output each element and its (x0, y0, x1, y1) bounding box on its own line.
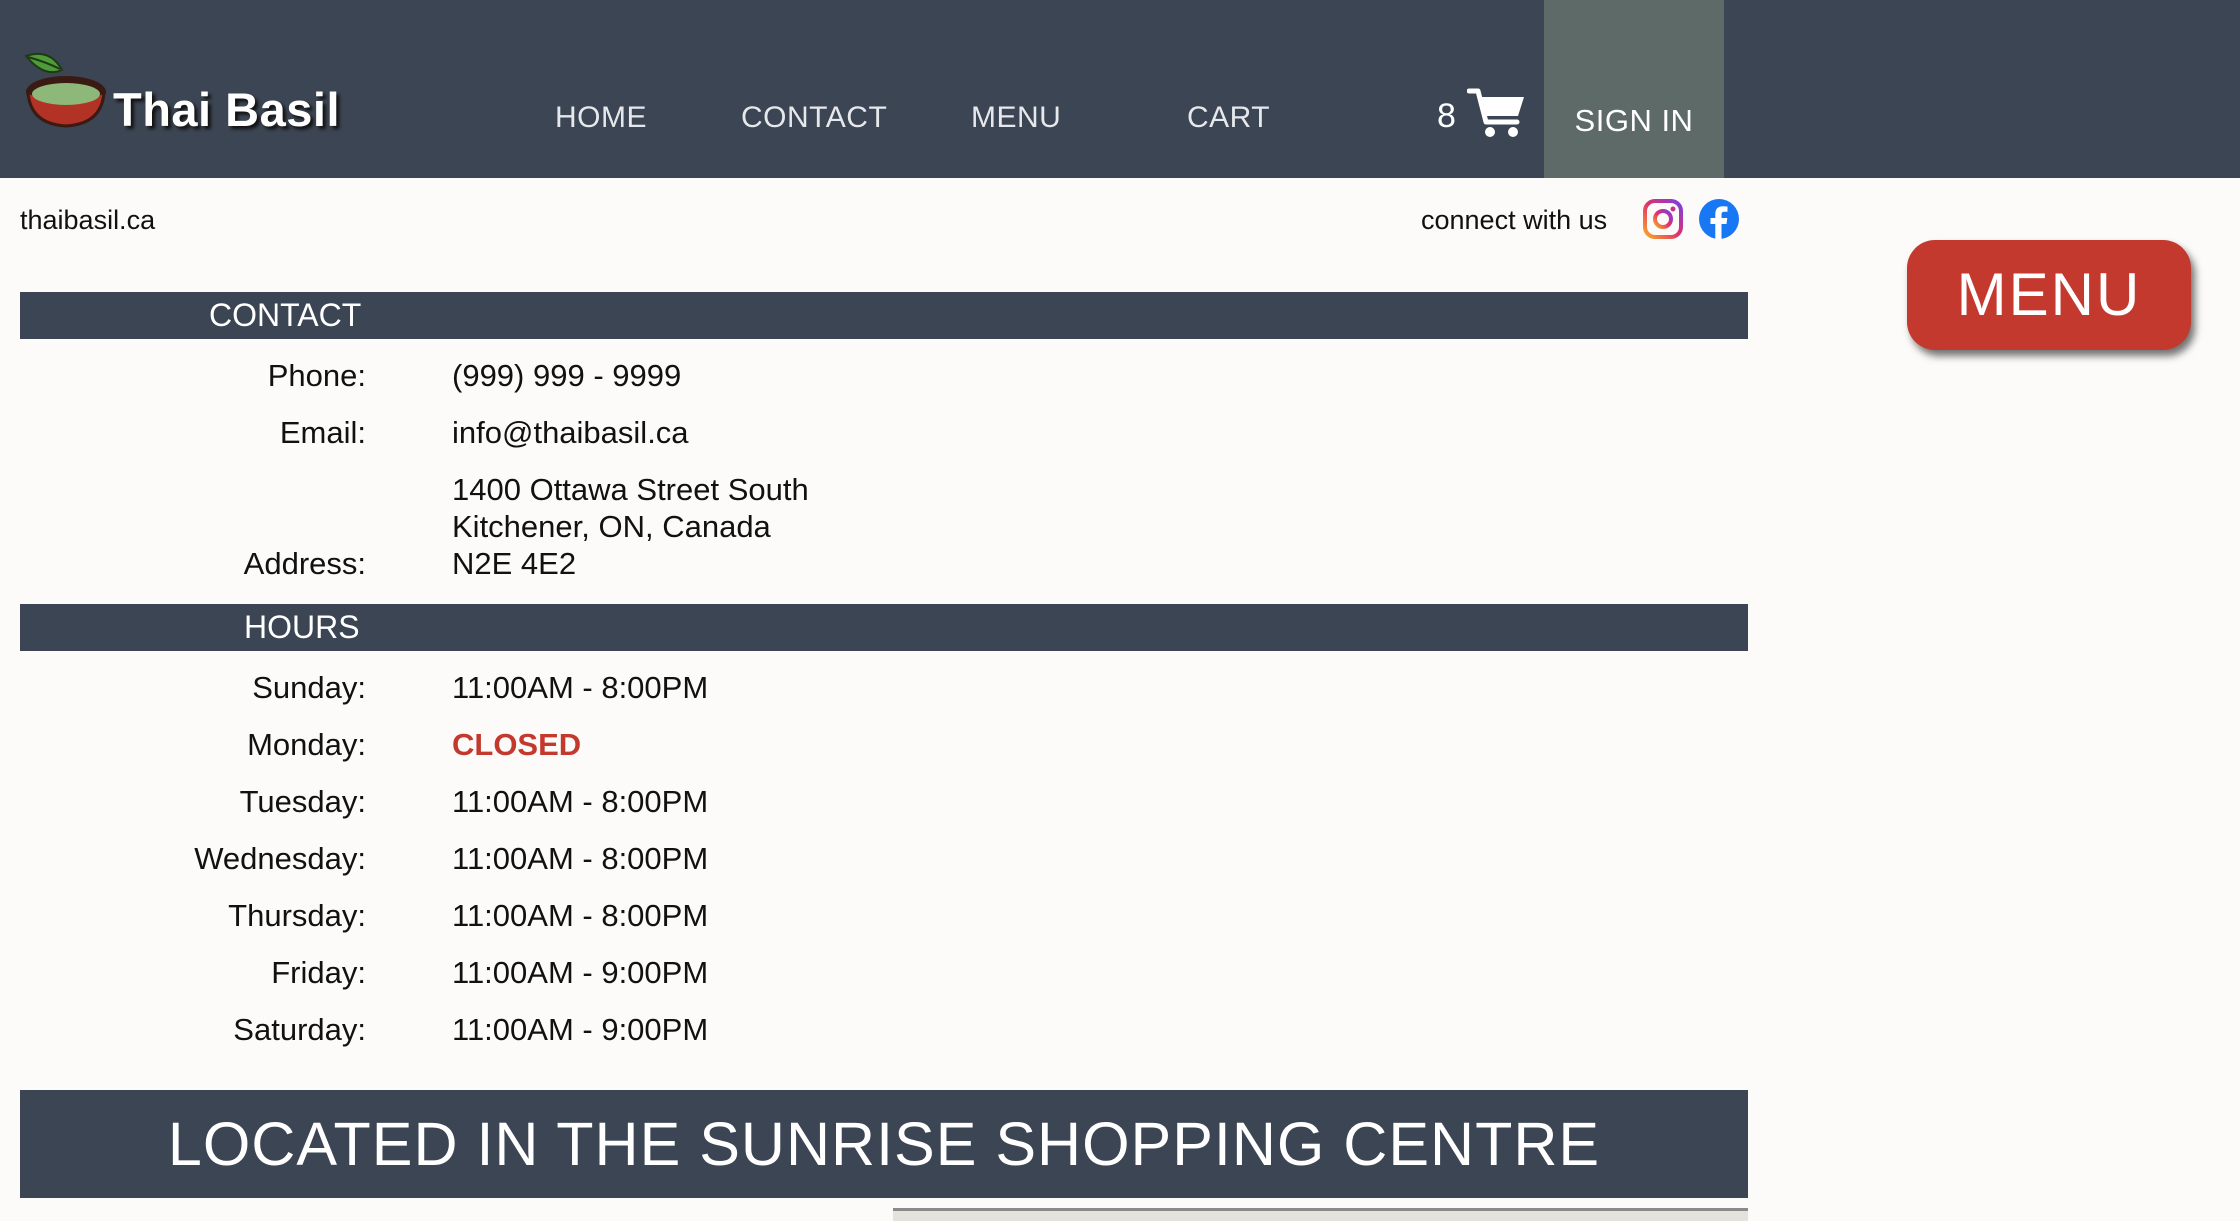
cart-icon[interactable] (1467, 86, 1527, 140)
instagram-icon[interactable] (1642, 198, 1684, 240)
brand-name[interactable]: Thai Basil (113, 82, 340, 137)
hours-time-friday: 11:00AM - 9:00PM (452, 955, 709, 990)
nav-contact[interactable]: CONTACT (741, 101, 887, 135)
address-line-3: N2E 4E2 (452, 546, 577, 581)
hours-section-header: HOURS (20, 604, 1748, 651)
nav-menu[interactable]: MENU (971, 101, 1061, 135)
contact-section-header: CONTACT (20, 292, 1748, 339)
hours-day-monday: Monday: (247, 727, 366, 762)
cart-count[interactable]: 8 (1437, 97, 1456, 136)
nav-cart[interactable]: CART (1187, 101, 1270, 135)
phone-value[interactable]: (999) 999 - 9999 (452, 358, 681, 394)
floating-menu-button[interactable]: MENU (1907, 240, 2191, 350)
hours-time-sunday: 11:00AM - 8:00PM (452, 670, 709, 705)
hours-time-tuesday: 11:00AM - 8:00PM (452, 784, 709, 819)
address-line-1: 1400 Ottawa Street South (452, 472, 809, 507)
sign-in-button[interactable]: SIGN IN (1544, 0, 1724, 178)
address-label: Address: (243, 546, 366, 581)
hours-time-wednesday: 11:00AM - 8:00PM (452, 841, 709, 876)
email-value[interactable]: info@thaibasil.ca (452, 415, 689, 451)
map-embed[interactable] (893, 1208, 1748, 1221)
contact-heading: CONTACT (209, 297, 362, 333)
hours-heading: HOURS (244, 609, 360, 645)
hours-day-saturday: Saturday: (233, 1012, 366, 1047)
email-label: Email: (279, 415, 366, 450)
address-line-2: Kitchener, ON, Canada (452, 509, 771, 544)
hours-time-saturday: 11:00AM - 9:00PM (452, 1012, 709, 1047)
hours-day-sunday: Sunday: (252, 670, 366, 705)
connect-label: connect with us (1421, 205, 1608, 235)
nav-home[interactable]: HOME (555, 101, 647, 135)
hours-day-friday: Friday: (271, 955, 366, 990)
hours-time-thursday: 11:00AM - 8:00PM (452, 898, 709, 933)
bowl-logo-icon[interactable] (22, 48, 108, 130)
site-url[interactable]: thaibasil.ca (20, 205, 155, 236)
hours-day-wednesday: Wednesday: (194, 841, 366, 876)
phone-label: Phone: (267, 358, 366, 393)
hours-day-thursday: Thursday: (228, 898, 366, 933)
hours-time-monday: CLOSED (452, 727, 582, 762)
location-banner: LOCATED IN THE SUNRISE SHOPPING CENTRE (20, 1090, 1748, 1198)
facebook-icon[interactable] (1698, 198, 1740, 240)
top-navigation-bar: Thai Basil HOME CONTACT MENU CART 8 SIGN… (0, 0, 2240, 178)
hours-day-tuesday: Tuesday: (239, 784, 366, 819)
